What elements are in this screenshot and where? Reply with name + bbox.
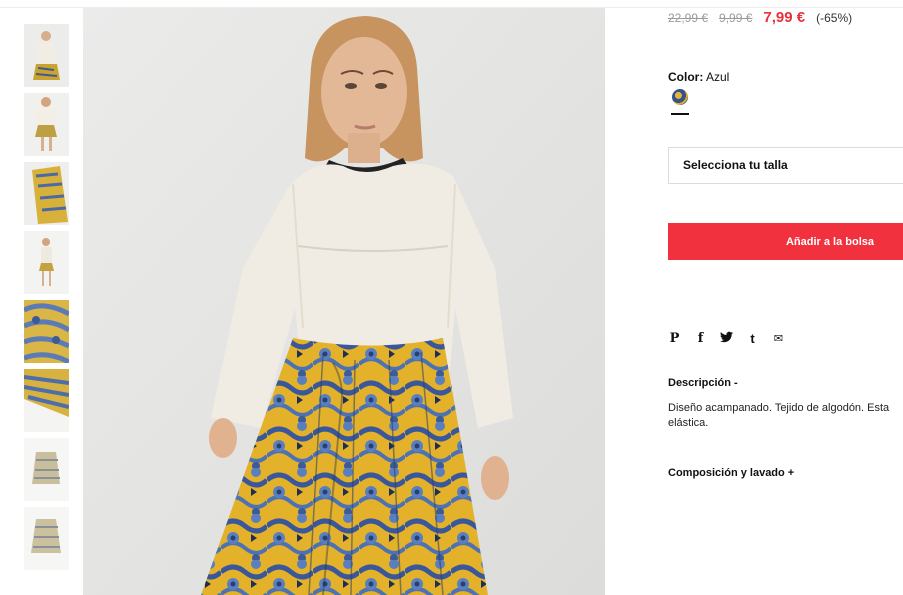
- thumbnail-4[interactable]: [24, 231, 69, 294]
- size-select[interactable]: Selecciona tu talla: [668, 147, 903, 184]
- facebook-icon[interactable]: f: [694, 331, 707, 347]
- thumbnail-2[interactable]: [24, 93, 69, 156]
- color-label-row: Color: Azul: [668, 70, 729, 84]
- composition-toggle[interactable]: Composición y lavado +: [668, 467, 794, 479]
- add-to-bag-button[interactable]: Añadir a la bolsa: [668, 223, 903, 260]
- thumbnail-7[interactable]: [24, 438, 69, 501]
- current-price: 7,99 €: [763, 9, 806, 26]
- social-share: P f t ✉: [668, 331, 785, 347]
- thumbnail-3[interactable]: [24, 162, 69, 225]
- previous-price: 9,99 €: [719, 11, 753, 25]
- tumblr-icon[interactable]: t: [746, 331, 759, 347]
- description-text: Diseño acampanado. Tejido de algodón. Es…: [668, 402, 890, 429]
- thumbnail-8[interactable]: [24, 507, 69, 570]
- twitter-icon[interactable]: [720, 331, 733, 347]
- thumbnail-6[interactable]: [24, 369, 69, 432]
- original-price: 22,99 €: [668, 11, 709, 25]
- price-row: 22,99 € 9,99 € 7,99 € (-65%): [668, 9, 852, 29]
- pinterest-icon[interactable]: P: [668, 331, 681, 347]
- color-swatch-azul[interactable]: [672, 89, 688, 105]
- selected-swatch-indicator: [671, 113, 689, 115]
- thumbnail-1[interactable]: [24, 24, 69, 87]
- color-label: Color:: [668, 70, 704, 84]
- thumbnail-5[interactable]: [24, 300, 69, 363]
- discount-badge: (-65%): [816, 11, 853, 25]
- description-toggle[interactable]: Descripción -: [668, 377, 738, 389]
- email-icon[interactable]: ✉: [772, 331, 785, 347]
- color-value: Azul: [706, 70, 730, 84]
- main-product-image[interactable]: [83, 8, 605, 595]
